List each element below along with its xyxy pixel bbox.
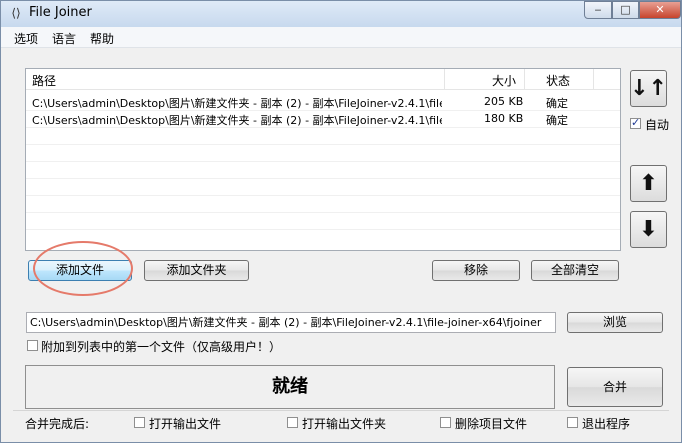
divider — [13, 410, 669, 411]
grid-line — [26, 178, 620, 179]
column-path[interactable]: 路径 — [32, 72, 56, 89]
sort-button[interactable]: ↓↑ — [630, 70, 667, 107]
row-status: 确定 — [546, 97, 568, 110]
menu-options[interactable]: 选项 — [14, 30, 38, 47]
window-title: File Joiner — [29, 5, 92, 20]
row-size: 205 KB — [484, 95, 524, 108]
maximize-button[interactable]: □ — [612, 1, 639, 19]
move-up-button[interactable]: ⬆ — [630, 165, 667, 202]
delete-project-files-checkbox[interactable] — [440, 417, 451, 428]
open-output-folder-label: 打开输出文件夹 — [302, 417, 387, 431]
auto-label: 自动 — [645, 118, 670, 132]
table-row[interactable]: C:\Users\admin\Desktop\图片\新建文件夹 - 副本 (2)… — [26, 93, 620, 111]
row-status: 确定 — [546, 114, 568, 127]
exit-program-checkbox[interactable] — [567, 417, 578, 428]
status-display: 就绪 — [25, 365, 555, 409]
remove-button[interactable]: 移除 — [432, 260, 520, 281]
menu-bar: 选项 语言 帮助 — [1, 27, 681, 48]
row-path: C:\Users\admin\Desktop\图片\新建文件夹 - 副本 (2)… — [32, 114, 442, 127]
column-divider[interactable] — [524, 69, 525, 89]
menu-language[interactable]: 语言 — [52, 30, 76, 47]
grid-line — [26, 144, 620, 145]
close-button[interactable]: ✕ — [639, 1, 681, 19]
merge-button[interactable]: 合并 — [567, 367, 663, 407]
grid-line — [26, 212, 620, 213]
grid-line — [26, 195, 620, 196]
after-merge-label: 合并完成后: — [25, 417, 90, 431]
column-divider[interactable] — [593, 69, 594, 89]
append-checkbox[interactable] — [27, 340, 38, 351]
status-text: 就绪 — [272, 376, 308, 397]
add-file-button[interactable]: 添加文件 — [28, 260, 132, 281]
move-down-button[interactable]: ⬇ — [630, 211, 667, 248]
row-path: C:\Users\admin\Desktop\图片\新建文件夹 - 副本 (2)… — [32, 97, 442, 110]
grid-line — [26, 161, 620, 162]
open-output-file-label: 打开输出文件 — [149, 417, 222, 431]
exit-program-label: 退出程序 — [582, 417, 631, 431]
browse-button[interactable]: 浏览 — [567, 312, 663, 333]
add-folder-button[interactable]: 添加文件夹 — [144, 260, 249, 281]
arrow-down-icon: ⬇ — [639, 216, 658, 242]
grid-line — [26, 229, 620, 230]
open-output-file-checkbox[interactable] — [134, 417, 145, 428]
open-output-folder-checkbox[interactable] — [287, 417, 298, 428]
list-header: 路径 大小 状态 — [26, 69, 620, 90]
minimize-button[interactable]: ‒ — [584, 1, 612, 19]
delete-project-files-label: 删除项目文件 — [455, 417, 528, 431]
clear-all-button[interactable]: 全部清空 — [531, 260, 619, 281]
title-bar[interactable]: ⟨⟩ File Joiner ‒ □ ✕ — [1, 1, 681, 27]
output-path-field[interactable]: C:\Users\admin\Desktop\图片\新建文件夹 - 副本 (2)… — [26, 312, 556, 333]
arrow-up-icon: ⬆ — [639, 170, 658, 196]
row-size: 180 KB — [484, 112, 524, 125]
menu-help[interactable]: 帮助 — [90, 30, 114, 47]
column-size[interactable]: 大小 — [492, 72, 516, 89]
app-window: ⟨⟩ File Joiner ‒ □ ✕ 选项 语言 帮助 路径 大小 状态 C… — [0, 0, 682, 443]
column-divider[interactable] — [444, 69, 445, 89]
append-label: 附加到列表中的第一个文件（仅高级用户！） — [41, 340, 282, 354]
file-list[interactable]: 路径 大小 状态 C:\Users\admin\Desktop\图片\新建文件夹… — [25, 68, 621, 251]
table-row[interactable]: C:\Users\admin\Desktop\图片\新建文件夹 - 副本 (2)… — [26, 110, 620, 128]
auto-checkbox[interactable] — [630, 116, 641, 129]
column-status[interactable]: 状态 — [546, 72, 570, 89]
joiner-icon: ⟨⟩ — [11, 6, 21, 20]
sort-updown-icon: ↓↑ — [630, 75, 667, 101]
